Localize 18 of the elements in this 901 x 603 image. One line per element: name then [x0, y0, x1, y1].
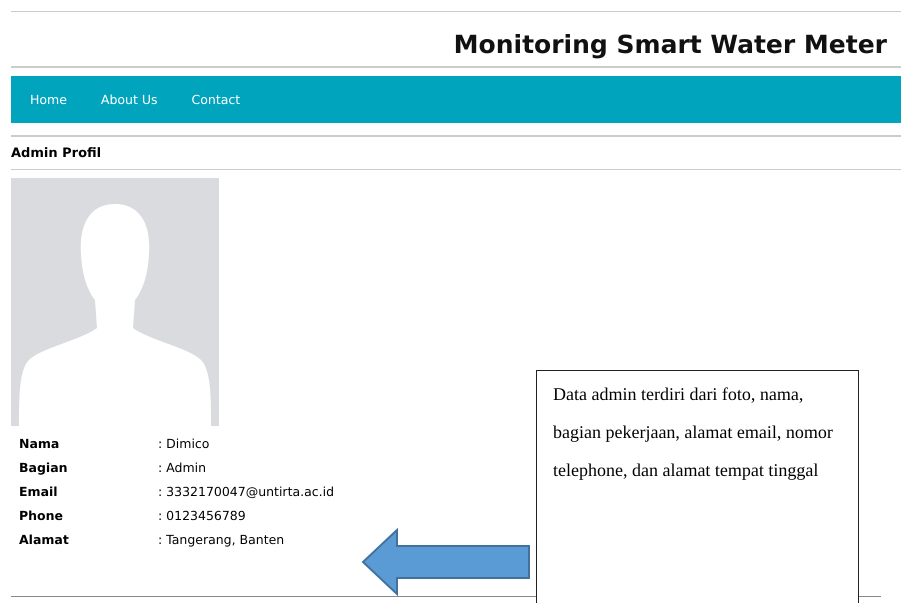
nav-link[interactable]: About Us — [90, 92, 169, 107]
callout-text: Data admin terdiri dari foto, nama, bagian pekerjaan, alamat email, nomor telephone, dan alamat tempat tinggal — [553, 383, 834, 482]
field-label: Bagian — [19, 460, 69, 475]
field-value: : Tangerang, Banten — [158, 532, 286, 547]
field-label: Alamat — [19, 532, 70, 547]
field-value: : Dimico — [158, 436, 210, 451]
field-value: : 3332170047@untirta.ac.id — [158, 484, 334, 499]
field-label: Phone — [19, 508, 64, 523]
page-title: Monitoring Smart Water Meter — [454, 30, 887, 59]
section-title: Admin Profil — [11, 145, 102, 163]
field-value: : Admin — [158, 460, 208, 475]
field-value: : 0123456789 — [158, 508, 247, 523]
field-label: Email — [19, 484, 59, 499]
nav-link[interactable]: Home — [19, 92, 78, 107]
avatar-silhouette-icon — [11, 178, 219, 426]
left-arrow-icon — [361, 528, 531, 596]
nav-link[interactable]: Contact — [180, 92, 252, 107]
field-label: Nama — [19, 436, 60, 451]
